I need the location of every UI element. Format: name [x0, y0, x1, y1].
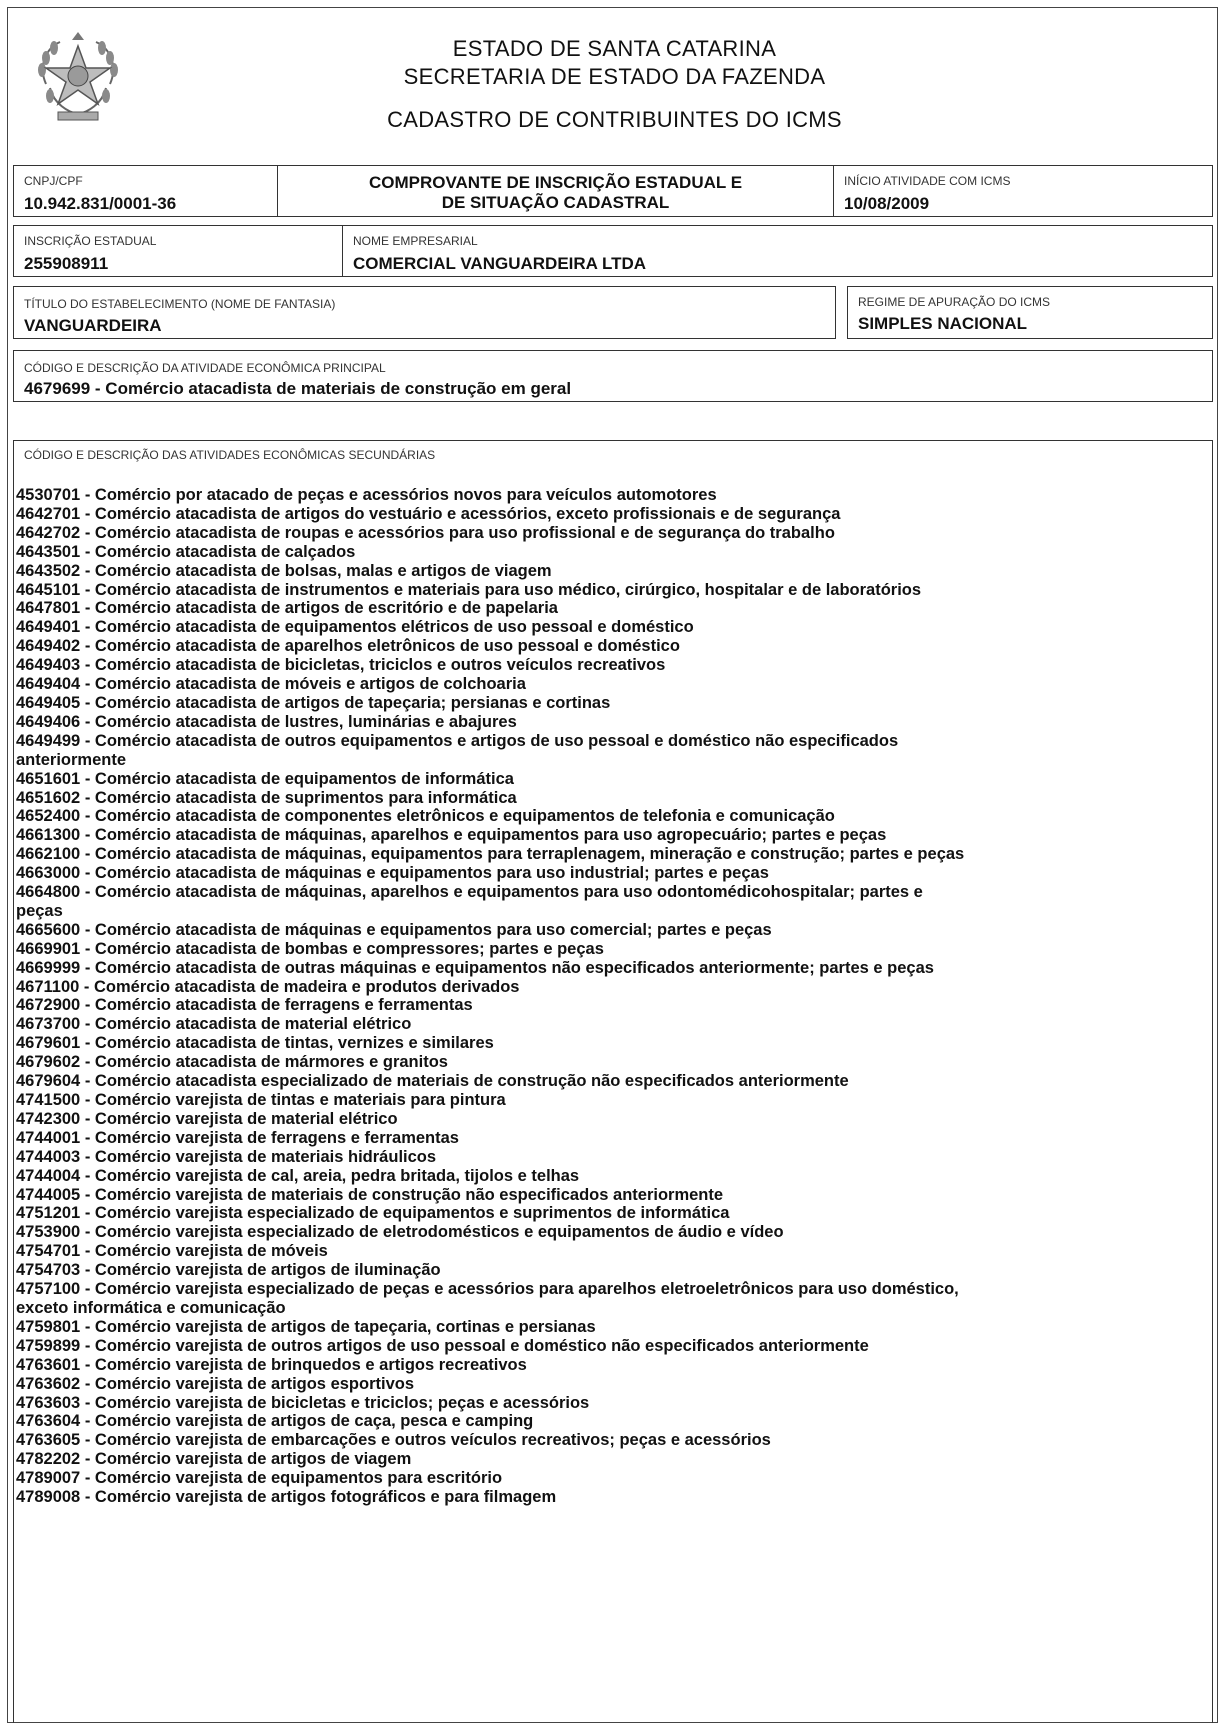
secondary-activity-line: 4782202 - Comércio varejista de artigos …: [16, 1450, 412, 1469]
secondary-activity-line: exceto informática e comunicação: [16, 1298, 286, 1317]
secondary-activity-line: 4664800 - Comércio atacadista de máquina…: [16, 883, 923, 902]
secondary-activity-line: 4669999 - Comércio atacadista de outras …: [16, 958, 934, 977]
secondary-activity-line: 4642701 - Comércio atacadista de artigos…: [16, 504, 841, 523]
secondary-activity-line: 4649499 - Comércio atacadista de outros …: [16, 731, 899, 750]
secretariat-title: SECRETARIA DE ESTADO DA FAZENDA: [403, 64, 826, 89]
secondary-activity-line: 4643501 - Comércio atacadista de calçado…: [16, 542, 356, 561]
secondary-activity-line: 4679602 - Comércio atacadista de mármore…: [16, 1053, 448, 1072]
secondary-activity-line: 4662100 - Comércio atacadista de máquina…: [16, 845, 965, 864]
cnpj-label: CNPJ/CPF: [24, 174, 83, 188]
fantasia-box: TÍTULO DO ESTABELECIMENTO (NOME DE FANTA…: [13, 286, 836, 339]
inscricao-value: 255908911: [24, 254, 109, 273]
secondary-activity-line: 4647801 - Comércio atacadista de artigos…: [16, 599, 558, 618]
secondary-activity-line: 4759899 - Comércio varejista de outros a…: [16, 1336, 869, 1355]
secondary-activity-line: 4530701 - Comércio por atacado de peças …: [16, 486, 717, 504]
secondary-activity-line: 4643502 - Comércio atacadista de bolsas,…: [16, 561, 552, 580]
secondary-activity-line: 4763604 - Comércio varejista de artigos …: [16, 1412, 534, 1431]
secondary-activity-line: 4741500 - Comércio varejista de tintas e…: [16, 1091, 506, 1109]
secondary-activity-line: 4757100 - Comércio varejista especializa…: [16, 1280, 959, 1299]
document-title-line1: COMPROVANTE DE INSCRIÇÃO ESTADUAL E: [368, 173, 743, 192]
cnpj-box: CNPJ/CPF 10.942.831/0001-36: [13, 165, 278, 217]
secondary-activity-line: 4665600 - Comércio atacadista de máquina…: [16, 920, 772, 939]
inicio-value: 10/08/2009: [844, 194, 930, 213]
secondary-activity-line: 4652400 - Comércio atacadista de compone…: [16, 807, 835, 826]
secondary-activity-line: 4651601 - Comércio atacadista de equipam…: [16, 769, 514, 788]
secondary-activity-line: 4679601 - Comércio atacadista de tintas,…: [16, 1034, 494, 1053]
fantasia-value: VANGUARDEIRA: [24, 316, 162, 335]
secondary-activity-line: 4742300 - Comércio varejista de material…: [16, 1109, 398, 1128]
nome-label: NOME EMPRESARIAL: [353, 234, 478, 248]
fantasia-label: TÍTULO DO ESTABELECIMENTO (NOME DE FANTA…: [24, 297, 336, 311]
secondary-activity-line: 4649405 - Comércio atacadista de artigos…: [16, 693, 611, 712]
secondary-activity-line: 4754701 - Comércio varejista de móveis: [16, 1242, 328, 1261]
secondary-activity-line: 4763602 - Comércio varejista de artigos …: [16, 1374, 415, 1393]
secondary-activity-line: 4672900 - Comércio atacadista de ferrage…: [16, 996, 473, 1015]
secundarias-label: CÓDIGO E DESCRIÇÃO DAS ATIVIDADES ECONÔM…: [24, 448, 436, 462]
secondary-activity-line: 4744004 - Comércio varejista de cal, are…: [16, 1166, 580, 1185]
principal-label: CÓDIGO E DESCRIÇÃO DA ATIVIDADE ECONÔMIC…: [24, 361, 386, 375]
inscricao-label: INSCRIÇÃO ESTADUAL: [24, 234, 157, 248]
secondary-activity-line: 4754703 - Comércio varejista de artigos …: [16, 1261, 441, 1280]
document-title-box: COMPROVANTE DE INSCRIÇÃO ESTADUAL E DE S…: [277, 165, 834, 217]
secondary-activity-line: 4669901 - Comércio atacadista de bombas …: [16, 939, 604, 958]
inscricao-box: INSCRIÇÃO ESTADUAL 255908911: [13, 225, 343, 277]
secondary-activity-line: 4671100 - Comércio atacadista de madeira…: [16, 977, 520, 996]
secondary-activity-line: 4763601 - Comércio varejista de brinqued…: [16, 1355, 527, 1374]
secondary-activity-line: 4642702 - Comércio atacadista de roupas …: [16, 523, 835, 542]
secondary-activity-line: peças: [16, 901, 63, 920]
secondary-activity-line: 4753900 - Comércio varejista especializa…: [16, 1223, 784, 1242]
secondary-activity-line: 4744005 - Comércio varejista de materiai…: [16, 1185, 724, 1204]
regime-label: REGIME DE APURAÇÃO DO ICMS: [858, 295, 1051, 309]
secondary-activity-line: 4744001 - Comércio varejista de ferragen…: [16, 1128, 459, 1147]
secondary-activity-line: 4645101 - Comércio atacadista de instrum…: [16, 580, 922, 599]
secondary-activity-line: 4649401 - Comércio atacadista de equipam…: [16, 618, 694, 637]
secondary-activity-line: 4751201 - Comércio varejista especializa…: [16, 1204, 730, 1223]
secondary-activity-line: 4763603 - Comércio varejista de biciclet…: [16, 1393, 590, 1412]
inicio-box: INÍCIO ATIVIDADE COM ICMS 10/08/2009: [833, 165, 1213, 217]
document-title-line2: DE SITUAÇÃO CADASTRAL: [441, 193, 670, 212]
state-title: ESTADO DE SANTA CATARINA: [452, 36, 777, 61]
secondary-activity-line: 4744003 - Comércio varejista de materiai…: [16, 1147, 437, 1166]
secondary-activity-line: 4789007 - Comércio varejista de equipame…: [16, 1469, 503, 1488]
nome-value: COMERCIAL VANGUARDEIRA LTDA: [353, 254, 647, 273]
secondary-activity-line: anteriormente: [16, 750, 127, 769]
principal-value: 4679699 - Comércio atacadista de materia…: [24, 379, 572, 398]
secondary-activity-line: 4789008 - Comércio varejista de artigos …: [16, 1488, 557, 1507]
registry-title: CADASTRO DE CONTRIBUINTES DO ICMS: [387, 107, 842, 132]
secondary-activity-line: 4651602 - Comércio atacadista de suprime…: [16, 788, 517, 807]
secondary-activity-line: 4649406 - Comércio atacadista de lustres…: [16, 712, 517, 731]
secondary-activity-line: 4649404 - Comércio atacadista de móveis …: [16, 675, 526, 694]
secondary-activity-line: 4649402 - Comércio atacadista de aparelh…: [16, 637, 680, 656]
secondary-activity-line: 4663000 - Comércio atacadista de máquina…: [16, 864, 769, 883]
regime-box: REGIME DE APURAÇÃO DO ICMS SIMPLES NACIO…: [847, 286, 1213, 339]
inicio-label: INÍCIO ATIVIDADE COM ICMS: [844, 174, 1011, 188]
secondary-activity-line: 4679604 - Comércio atacadista especializ…: [16, 1072, 849, 1091]
principal-box: CÓDIGO E DESCRIÇÃO DA ATIVIDADE ECONÔMIC…: [13, 350, 1213, 402]
secondary-activity-line: 4649403 - Comércio atacadista de bicicle…: [16, 656, 666, 675]
regime-value: SIMPLES NACIONAL: [858, 314, 1028, 333]
secondary-activities-list: 4530701 - Comércio por atacado de peças …: [16, 486, 964, 1507]
nome-box: NOME EMPRESARIAL COMERCIAL VANGUARDEIRA …: [342, 225, 1213, 277]
cnpj-value: 10.942.831/0001-36: [24, 194, 177, 213]
secondary-activity-line: 4763605 - Comércio varejista de embarcaç…: [16, 1431, 771, 1450]
secondary-activity-line: 4673700 - Comércio atacadista de materia…: [16, 1015, 412, 1034]
secondary-activity-line: 4661300 - Comércio atacadista de máquina…: [16, 826, 887, 845]
secondary-activity-line: 4759801 - Comércio varejista de artigos …: [16, 1317, 596, 1336]
